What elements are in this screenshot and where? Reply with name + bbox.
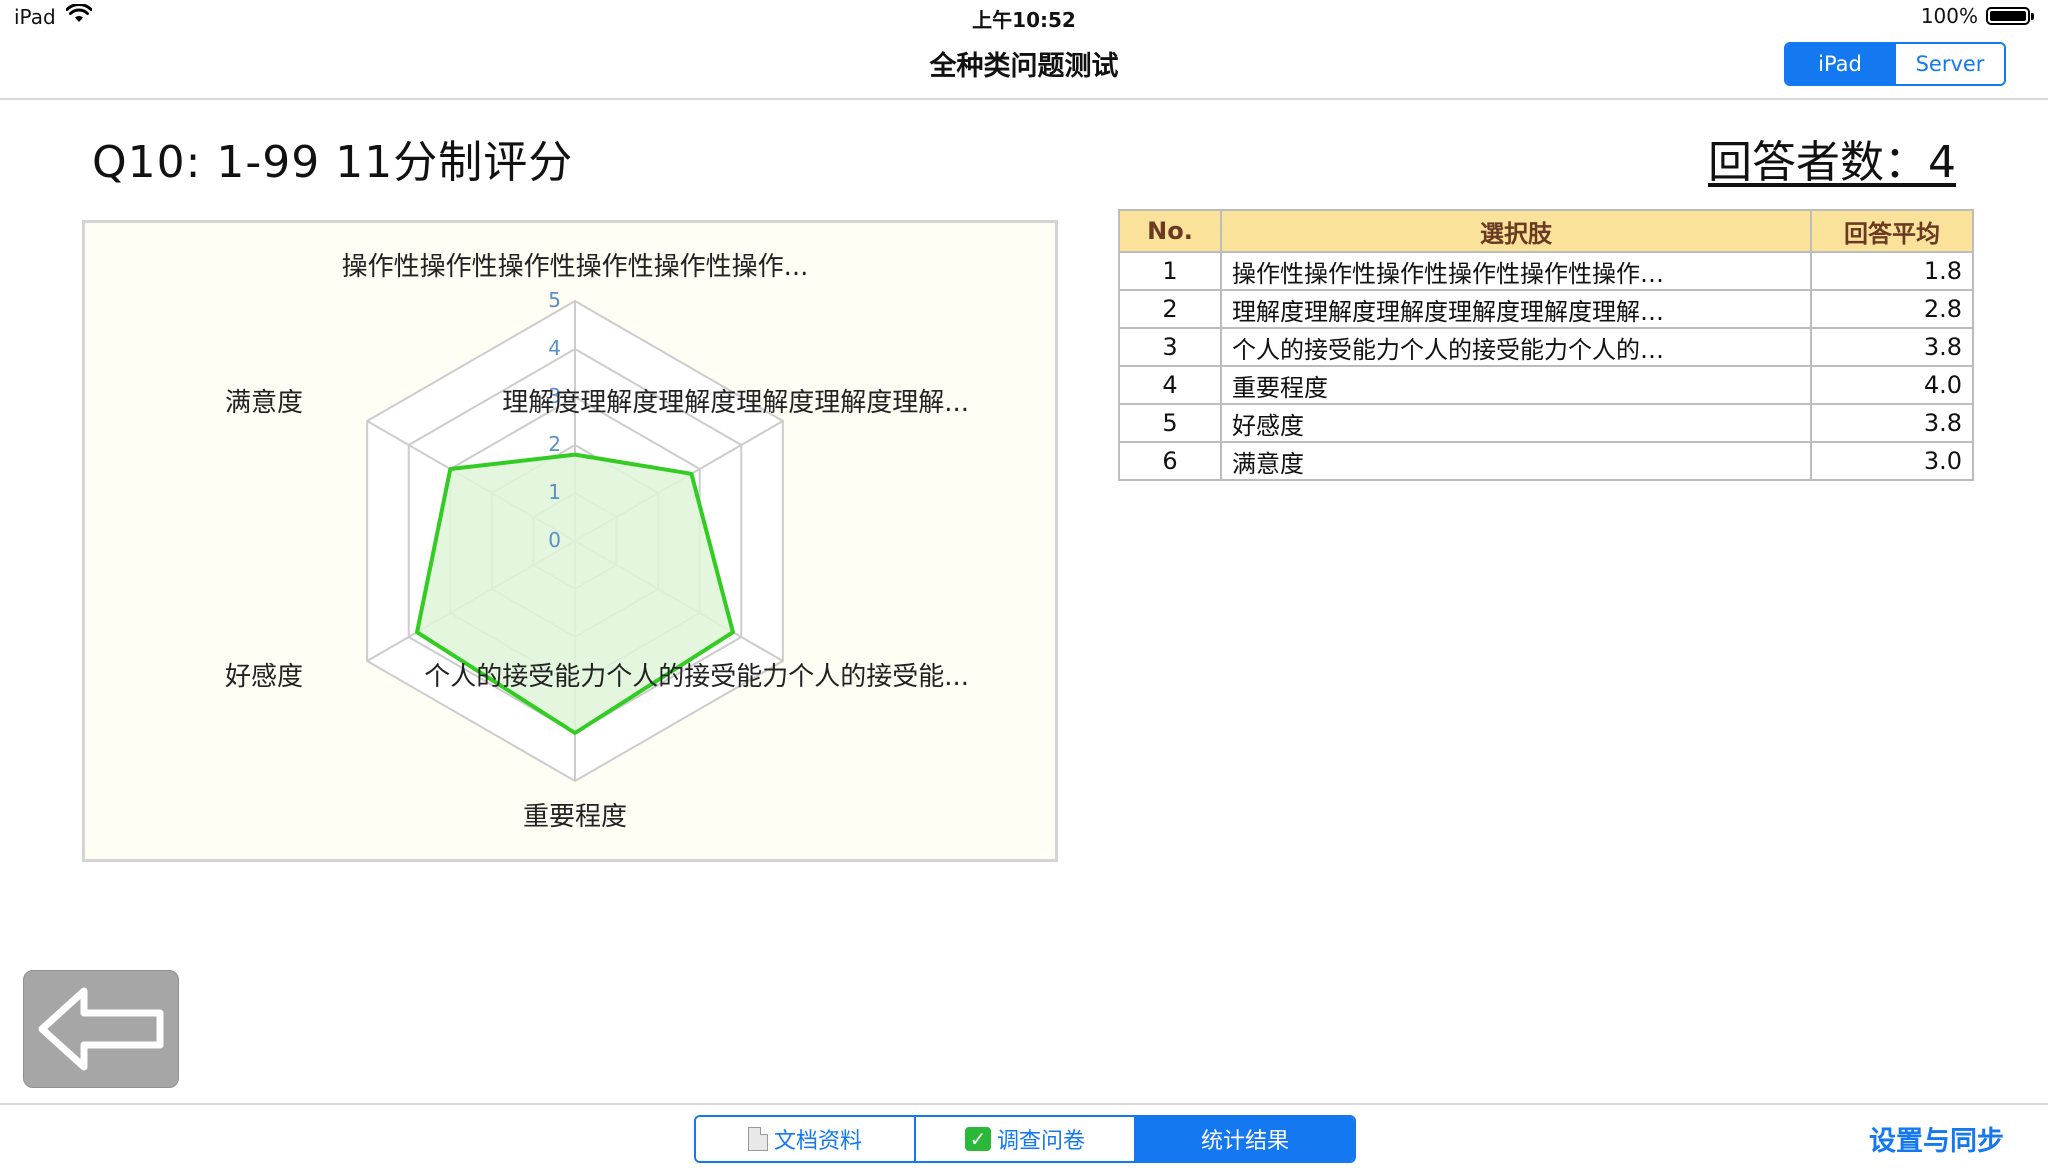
- radar-chart-panel: 0 1 2 3 4 5 操作性操作性操作性操作性操作性操作... 理解度理解度理解度理解度理解…: [82, 220, 1058, 862]
- axis-category-label: 好感度: [225, 662, 303, 692]
- radial-tick-label: 1: [548, 480, 561, 504]
- tab-questionnaire-label: 调查问卷: [996, 1129, 1085, 1154]
- question-title: Q10: 1-99 11分制评分: [92, 137, 574, 188]
- header-option: 選択肢: [1220, 209, 1812, 253]
- row-no: 2: [1118, 289, 1222, 329]
- radar-chart: 012345操作性操作性操作性操作性操作性操作...理解度理解度理解度理解度理解…: [225, 252, 969, 832]
- battery-percent: 100%: [1920, 4, 1978, 28]
- row-label: 满意度: [1220, 441, 1812, 481]
- row-no: 1: [1118, 251, 1222, 291]
- axis-category-label: 操作性操作性操作性操作性操作性操作...: [342, 252, 809, 282]
- settings-sync-button[interactable]: 设置与同步: [1869, 1119, 2004, 1158]
- bottom-tabs: 文档资料 ✓ 调查问卷 统计结果: [694, 1115, 1356, 1163]
- back-button[interactable]: [23, 970, 179, 1088]
- respondent-count: 回答者数：4: [1708, 137, 1956, 188]
- row-average: 3.8: [1810, 403, 1974, 443]
- axis-category-label: 理解度理解度理解度理解度理解度理解...: [502, 388, 969, 418]
- row-no: 5: [1118, 403, 1222, 443]
- table-row: 1 操作性操作性操作性操作性操作性操作… 1.8: [1118, 251, 1974, 291]
- tab-documents[interactable]: 文档资料: [696, 1117, 914, 1161]
- table-row: 5 好感度 3.8: [1118, 403, 1974, 443]
- radial-tick-label: 0: [548, 528, 561, 552]
- tab-statistics-label: 统计结果: [1200, 1129, 1289, 1154]
- row-average: 3.8: [1810, 327, 1974, 367]
- row-label: 理解度理解度理解度理解度理解度理解…: [1220, 289, 1812, 329]
- row-label: 个人的接受能力个人的接受能力个人的…: [1220, 327, 1812, 367]
- document-icon: [747, 1127, 768, 1151]
- checkbox-icon: ✓: [964, 1127, 991, 1151]
- bottom-toolbar: 文档资料 ✓ 调查问卷 统计结果 设置与同步: [0, 1103, 2048, 1174]
- radial-tick-label: 5: [548, 288, 561, 312]
- row-average: 2.8: [1810, 289, 1974, 329]
- radial-tick-label: 4: [548, 336, 561, 360]
- radial-tick-label: 2: [548, 432, 561, 456]
- axis-category-label: 重要程度: [523, 802, 627, 832]
- axis-category-label: 个人的接受能力个人的接受能力个人的接受能...: [424, 662, 969, 692]
- tab-statistics[interactable]: 统计结果: [1134, 1117, 1354, 1161]
- header-average: 回答平均: [1810, 209, 1974, 253]
- segment-server[interactable]: Server: [1894, 44, 2004, 84]
- header-no: No.: [1118, 209, 1222, 253]
- segment-ipad[interactable]: iPad: [1786, 44, 1894, 84]
- table-row: 3 个人的接受能力个人的接受能力个人的… 3.8: [1118, 327, 1974, 367]
- back-arrow-icon: [38, 987, 164, 1071]
- row-no: 4: [1118, 365, 1222, 405]
- row-no: 6: [1118, 441, 1222, 481]
- table-row: 6 满意度 3.0: [1118, 441, 1974, 481]
- row-label: 好感度: [1220, 403, 1812, 443]
- row-label: 操作性操作性操作性操作性操作性操作…: [1220, 251, 1812, 291]
- battery-icon: [1986, 7, 2034, 25]
- status-right: 100%: [1920, 4, 2034, 28]
- tab-questionnaire[interactable]: ✓ 调查问卷: [914, 1117, 1134, 1161]
- navigation-bar: 全种类问题测试 iPad Server: [0, 32, 2048, 100]
- status-time: 上午10:52: [972, 8, 1076, 32]
- results-table: No. 選択肢 回答平均 1 操作性操作性操作性操作性操作性操作… 1.8 2 …: [1118, 209, 1974, 481]
- source-segmented-control: iPad Server: [1784, 42, 2006, 86]
- status-bar: iPad 上午10:52 100%: [0, 0, 2048, 32]
- tab-documents-label: 文档资料: [773, 1129, 862, 1154]
- row-average: 4.0: [1810, 365, 1974, 405]
- nav-title: 全种类问题测试: [929, 51, 1119, 82]
- table-header-row: No. 選択肢 回答平均: [1118, 209, 1974, 253]
- row-average: 1.8: [1810, 251, 1974, 291]
- table-row: 2 理解度理解度理解度理解度理解度理解… 2.8: [1118, 289, 1974, 329]
- table-row: 4 重要程度 4.0: [1118, 365, 1974, 405]
- row-average: 3.0: [1810, 441, 1974, 481]
- row-label: 重要程度: [1220, 365, 1812, 405]
- row-no: 3: [1118, 327, 1222, 367]
- axis-category-label: 满意度: [225, 388, 303, 418]
